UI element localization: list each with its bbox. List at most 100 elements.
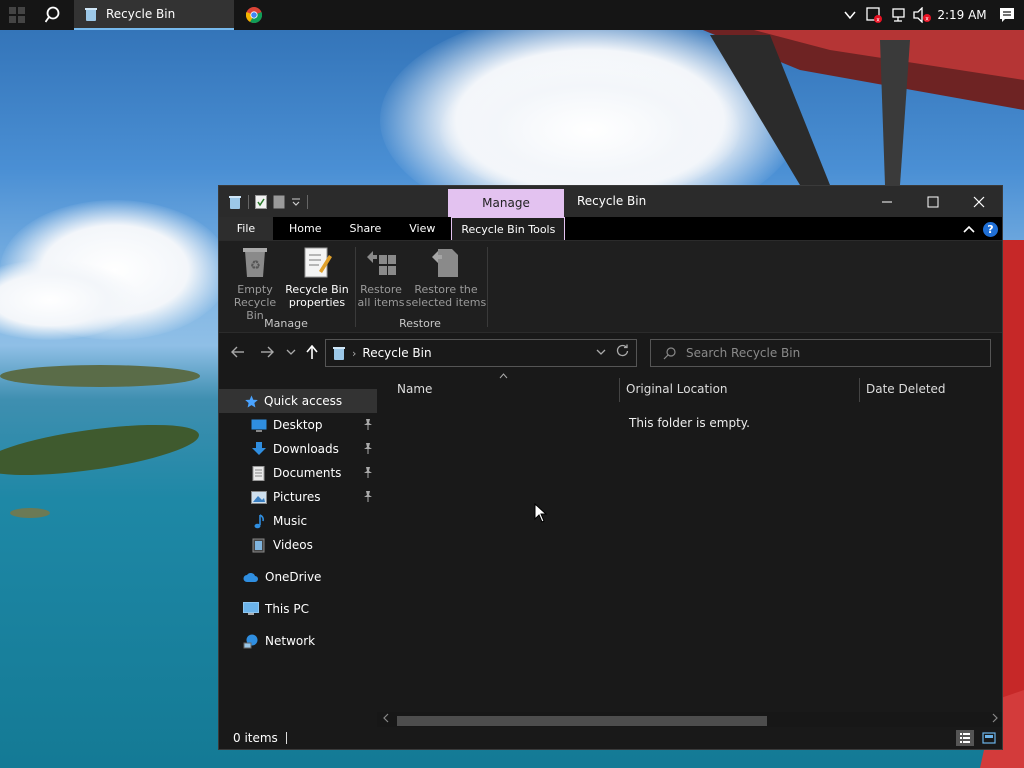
restore-all-icon <box>367 251 396 275</box>
tray-security-icon-button[interactable]: x <box>862 0 886 30</box>
system-tray: x x 2:19 AM <box>838 0 1024 30</box>
tab-file[interactable]: File <box>219 217 273 240</box>
taskbar-item-chrome[interactable] <box>234 0 274 30</box>
nav-desktop[interactable]: Desktop <box>219 413 377 437</box>
empty-recycle-bin-button[interactable]: ♻ Empty Recycle Bin <box>225 245 285 322</box>
title-bar[interactable]: Manage Recycle Bin <box>219 186 1002 217</box>
nav-videos[interactable]: Videos <box>219 533 377 557</box>
nav-network[interactable]: Network <box>219 629 377 653</box>
tab-share[interactable]: Share <box>335 217 395 240</box>
svg-text:x: x <box>925 16 929 23</box>
column-separator[interactable] <box>859 378 860 402</box>
chevron-up-icon <box>844 11 856 19</box>
navigation-pane: Quick access Desktop Downloads Documents… <box>219 374 377 729</box>
details-view-icon <box>960 733 970 743</box>
pin-icon[interactable] <box>363 491 373 502</box>
large-icons-view-button[interactable] <box>980 730 998 746</box>
nav-onedrive[interactable]: OneDrive <box>219 565 377 589</box>
scroll-left-arrow[interactable] <box>383 713 389 726</box>
nav-pictures[interactable]: Pictures <box>219 485 377 509</box>
explorer-body: Quick access Desktop Downloads Documents… <box>219 373 1002 729</box>
search-box[interactable]: Search Recycle Bin <box>650 339 991 367</box>
minimize-button[interactable] <box>864 186 910 217</box>
svg-text:♻: ♻ <box>250 258 261 272</box>
pin-icon[interactable] <box>363 467 373 478</box>
taskbar: Recycle Bin x x 2:19 AM <box>0 0 1024 30</box>
help-icon[interactable]: ? <box>983 221 998 237</box>
nav-quick-access[interactable]: Quick access <box>219 389 377 413</box>
forward-button[interactable] <box>257 342 277 362</box>
back-button[interactable] <box>228 342 248 362</box>
pin-icon[interactable] <box>363 419 373 430</box>
ribbon-group-label: Restore <box>399 317 441 330</box>
details-view-button[interactable] <box>956 730 974 746</box>
column-separator[interactable] <box>619 378 620 402</box>
action-center-button[interactable] <box>990 0 1024 30</box>
show-hidden-icons-button[interactable] <box>838 0 862 30</box>
customize-toolbar-chevron-icon[interactable] <box>291 197 301 207</box>
tab-home[interactable]: Home <box>273 217 335 240</box>
music-note-icon <box>254 513 264 528</box>
maximize-icon <box>927 196 939 207</box>
recent-locations-button[interactable] <box>281 342 301 362</box>
pictures-icon <box>251 490 267 504</box>
address-history-dropdown[interactable] <box>596 346 606 359</box>
svg-text:x: x <box>876 17 880 24</box>
tray-volume-button[interactable]: x <box>910 0 934 30</box>
nav-documents[interactable]: Documents <box>219 461 377 485</box>
scroll-right-arrow[interactable] <box>992 713 998 726</box>
recycle-bin-icon <box>85 8 97 21</box>
arrow-up-icon <box>306 345 318 359</box>
start-button[interactable] <box>0 0 34 30</box>
file-explorer-window: Manage Recycle Bin File Home Share View … <box>218 185 1003 750</box>
properties-icon[interactable] <box>255 194 267 209</box>
restore-all-items-button[interactable]: Restore all items <box>357 245 405 309</box>
tab-view[interactable]: View <box>395 217 449 240</box>
empty-recycle-bin-icon: ♻ <box>243 248 267 277</box>
column-header-name[interactable]: Name <box>397 374 617 404</box>
status-bar: 0 items <box>219 727 1002 749</box>
taskbar-item-recycle-bin[interactable]: Recycle Bin <box>74 0 234 30</box>
nav-downloads[interactable]: Downloads <box>219 437 377 461</box>
properties-document-icon <box>304 247 332 278</box>
breadcrumb-recycle-bin[interactable]: Recycle Bin <box>362 346 431 360</box>
address-row: › Recycle Bin Search Recycle Bin <box>219 333 1002 373</box>
column-headers: Name Original Location Date Deleted <box>377 373 1002 404</box>
new-folder-icon[interactable] <box>273 195 285 209</box>
ribbon-group-label: Manage <box>264 317 308 330</box>
recycle-bin-properties-button[interactable]: Recycle Bin properties <box>285 245 349 309</box>
nav-this-pc[interactable]: This PC <box>219 597 377 621</box>
taskbar-search-button[interactable] <box>34 0 74 30</box>
column-header-original-location[interactable]: Original Location <box>626 374 856 404</box>
close-button[interactable] <box>956 186 1002 217</box>
contextual-tab-manage[interactable]: Manage <box>448 189 564 217</box>
pin-icon[interactable] <box>363 443 373 454</box>
network-globe-icon <box>243 634 258 648</box>
search-icon <box>45 6 60 23</box>
documents-icon <box>252 465 265 481</box>
refresh-button[interactable] <box>616 344 629 361</box>
nav-music[interactable]: Music <box>219 509 377 533</box>
restore-selected-items-button[interactable]: Restore the selected items <box>405 245 487 309</box>
ribbon-group-manage: ♻ Empty Recycle Bin Recycle Bin properti… <box>219 241 357 333</box>
mouse-cursor-icon <box>534 503 548 523</box>
search-icon <box>663 346 676 359</box>
window-controls <box>864 186 1002 217</box>
maximize-button[interactable] <box>910 186 956 217</box>
up-button[interactable] <box>302 342 322 362</box>
address-bar[interactable]: › Recycle Bin <box>325 339 637 367</box>
column-header-date-deleted[interactable]: Date Deleted <box>866 374 996 404</box>
file-list-view[interactable]: Name Original Location Date Deleted This… <box>377 373 1002 729</box>
tray-network-button[interactable] <box>886 0 910 30</box>
volume-muted-icon: x <box>913 7 931 23</box>
collapse-ribbon-icon[interactable] <box>963 225 975 233</box>
chevron-right-icon <box>992 713 998 723</box>
quick-access-toolbar <box>219 186 308 217</box>
scrollbar-thumb[interactable] <box>397 716 767 726</box>
chevron-down-icon <box>596 349 606 355</box>
arrow-left-icon <box>231 346 244 358</box>
desktop-icon <box>251 419 267 432</box>
taskbar-clock[interactable]: 2:19 AM <box>934 8 990 22</box>
tab-recycle-bin-tools[interactable]: Recycle Bin Tools <box>451 217 566 240</box>
download-arrow-icon <box>252 442 266 455</box>
